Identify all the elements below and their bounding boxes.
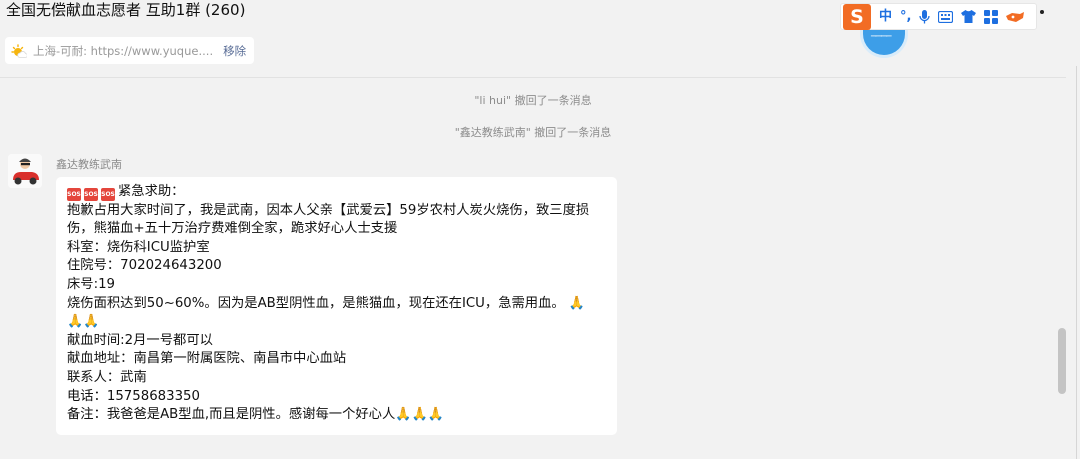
ime-toolbar: S 中 °, xyxy=(840,3,1037,30)
message-bubble[interactable]: SOS SOS SOS 紧急求助： 抱歉占用大家时间了，我是武南，因本人父亲【武爱云】… xyxy=(56,177,617,435)
pray-emoji-icon: 🙏 xyxy=(83,314,100,330)
pray-emoji-icon: 🙏 xyxy=(395,407,412,423)
burn-info-text: 烧伤面积达到50~60%。因为是AB型阴性血，是熊猫血，现在还在ICU，急需用血… xyxy=(67,295,565,311)
pray-emoji-icon: 🙏 xyxy=(427,407,444,423)
message-line: 🙏🙏 xyxy=(67,313,606,332)
keyboard-icon[interactable] xyxy=(938,10,954,23)
message-line: 联系人：武南 xyxy=(67,369,147,385)
message-line: 床号:19 xyxy=(67,276,115,292)
pray-emoji-icon: 🙏 xyxy=(568,295,586,311)
sun-icon xyxy=(11,43,27,58)
skin-icon[interactable] xyxy=(1006,11,1025,23)
message-line: 抱歉占用大家时间了，我是武南，因本人父亲【武爱云】59岁农村人炭火烧伤，致三度损 xyxy=(67,202,590,218)
message-line: 献血地址：南昌第一附属医院、南昌市中心血站 xyxy=(67,351,347,367)
shirt-icon[interactable] xyxy=(961,10,977,23)
remove-pin-button[interactable]: 移除 xyxy=(223,43,246,59)
ime-more-icon[interactable] xyxy=(1040,10,1044,14)
sos-icon: SOS xyxy=(84,188,98,201)
pray-emoji-icon: 🙏 xyxy=(411,407,428,423)
divider xyxy=(1076,66,1077,459)
sogou-logo-icon[interactable]: S xyxy=(843,3,871,30)
pinned-message-text: 上海-可耐: https://www.yuque.... xyxy=(33,43,214,58)
toolbox-icon[interactable] xyxy=(984,9,999,24)
note-text: 备注：我爸爸是AB型血,而且是阴性。感谢每一个好心人 xyxy=(67,407,396,423)
system-message: "鑫达教练武南" 撤回了一条消息 xyxy=(454,126,612,139)
avatar[interactable] xyxy=(8,154,42,188)
sos-icon: SOS xyxy=(101,188,115,201)
microphone-icon[interactable] xyxy=(919,9,931,24)
pray-emoji-icon: 🙏 xyxy=(67,314,84,330)
message-line: 备注：我爸爸是AB型血,而且是阴性。感谢每一个好心人🙏🙏🙏 xyxy=(67,406,606,425)
scrollbar-track[interactable] xyxy=(1066,0,1080,459)
sender-name[interactable]: 鑫达教练武南 xyxy=(56,156,122,172)
message-line: 烧伤面积达到50~60%。因为是AB型阴性血，是熊猫血，现在还在ICU，急需用血… xyxy=(67,295,606,314)
message-line: 住院号：702024643200 xyxy=(67,258,222,274)
message-line: 献血时间:2月一号都可以 xyxy=(67,332,213,348)
message-line: 科室：烧伤科ICU监护室 xyxy=(67,239,210,255)
ime-punctuation-toggle[interactable]: °, xyxy=(900,9,911,25)
message-line: 电话：15758683350 xyxy=(67,388,200,404)
sos-icon: SOS xyxy=(67,188,81,201)
system-message: "li hui" 撤回了一条消息 xyxy=(474,94,592,107)
message-heading: 紧急求助： xyxy=(118,184,185,199)
message-heading-line: SOS SOS SOS 紧急求助： xyxy=(67,183,606,202)
pinned-message[interactable]: 上海-可耐: https://www.yuque.... 移除 xyxy=(5,37,255,64)
message-line: 伤，熊猫血+五十万治疗费难倒全家，跪求好心人士支援 xyxy=(67,221,398,237)
ime-language-toggle[interactable]: 中 xyxy=(879,9,892,25)
scrollbar-thumb[interactable] xyxy=(1058,328,1066,394)
chat-title[interactable]: 全国无偿献血志愿者 互助1群 (260) xyxy=(6,0,245,20)
